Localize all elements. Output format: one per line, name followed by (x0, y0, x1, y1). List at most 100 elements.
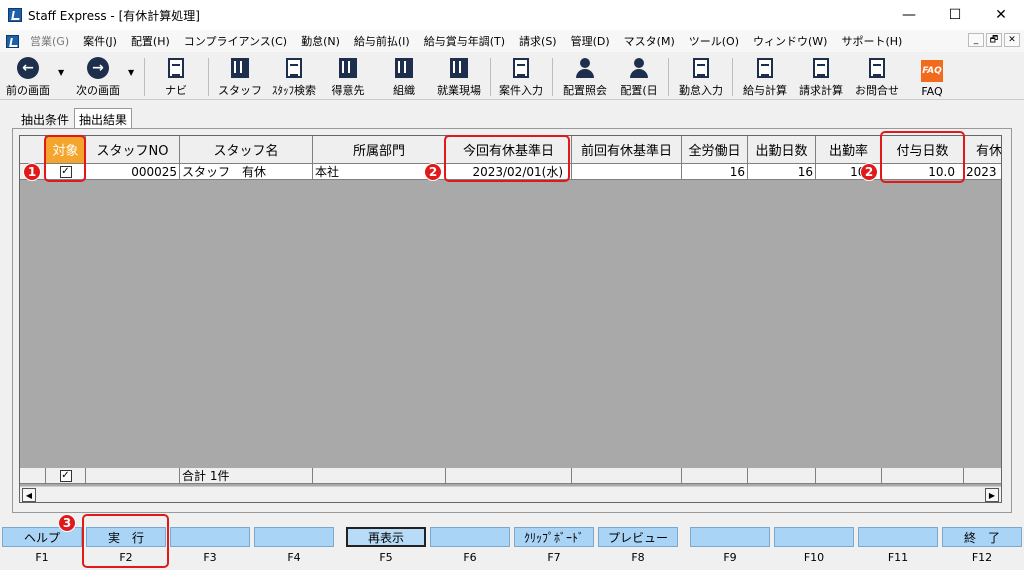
col-header-prev-base-date[interactable]: 前回有休基準日 (572, 136, 682, 164)
org-button[interactable]: 組織 (382, 54, 426, 98)
target-checkbox-cell[interactable]: ✓ (46, 164, 86, 180)
cell-prev-base-date[interactable] (572, 164, 682, 180)
f11-button[interactable] (858, 527, 938, 547)
cell-staff-name[interactable]: スタッフ 有休 (180, 164, 313, 180)
col-header-work-days[interactable]: 全労働日 (682, 136, 748, 164)
case-input-button[interactable]: 案件入力 (494, 54, 548, 98)
forward-button[interactable]: → 次の画面 (70, 54, 126, 98)
close-button[interactable]: ✕ (978, 0, 1024, 30)
menu-tools[interactable]: ツール(O) (682, 33, 746, 49)
menu-admin[interactable]: 管理(D) (564, 33, 617, 49)
navi-button[interactable]: ナビ (156, 54, 196, 98)
menu-compliance[interactable]: コンプライアンス(C) (177, 33, 294, 49)
select-all-checkbox[interactable]: ✓ (59, 469, 72, 482)
mdi-restore-button[interactable]: 🗗 (986, 33, 1002, 47)
f10-button[interactable] (774, 527, 854, 547)
horizontal-scrollbar[interactable]: ◀ ▶ (20, 486, 1001, 502)
f6-button[interactable] (430, 527, 510, 547)
col-header-this-base-date[interactable]: 今回有休基準日 (446, 136, 572, 164)
menu-sales[interactable]: 営業(G) (23, 33, 76, 49)
col-header-target[interactable]: 対象 (46, 136, 86, 164)
scroll-left-icon[interactable]: ◀ (22, 488, 36, 502)
menu-bar: 営業(G) 案件(J) 配置(H) コンプライアンス(C) 勤怠(N) 給与前払… (0, 30, 1024, 52)
separator (668, 58, 669, 96)
col-header-staff-name[interactable]: スタッフ名 (180, 136, 313, 164)
f7-clipboard-button[interactable]: ｸﾘｯﾌﾟﾎﾞｰﾄﾞ (514, 527, 594, 547)
col-header-attend-rate[interactable]: 出勤率 (816, 136, 882, 164)
footer-cell (682, 468, 748, 484)
assign-day-button[interactable]: 配置(日 (616, 54, 662, 98)
f2-execute-button[interactable]: 実 行 (86, 527, 166, 547)
menu-case[interactable]: 案件(J) (76, 33, 124, 49)
navi-icon (168, 58, 184, 78)
footer-checkbox-cell[interactable]: ✓ (46, 468, 86, 484)
payroll-button[interactable]: 給与計算 (738, 54, 792, 98)
f3-button[interactable] (170, 527, 250, 547)
staff-button[interactable]: スタッフ (218, 54, 262, 98)
f12-exit-button[interactable]: 終 了 (942, 527, 1022, 547)
client-button[interactable]: 得意先 (326, 54, 370, 98)
f10-label: F10 (803, 551, 825, 564)
col-header-staff-no[interactable]: スタッフNO (86, 136, 180, 164)
payroll-icon (757, 58, 773, 78)
case-input-label: 案件入力 (499, 84, 543, 97)
cell-next[interactable]: 2023 (964, 164, 1001, 180)
inquiry-button[interactable]: お問合せ (850, 54, 904, 98)
client-icon (339, 58, 357, 78)
toolbar: ← 前の画面 ▼ → 次の画面 ▼ ナビ スタッフ ｽﾀｯﾌ検索 得意先 組織 … (0, 52, 1024, 100)
menu-master[interactable]: マスタ(M) (617, 33, 682, 49)
faq-button[interactable]: FAQ FAQ (910, 54, 954, 98)
footer-total: 合計 1件 (180, 468, 313, 484)
footer-cell (446, 468, 572, 484)
annotation-badge-3: 3 (58, 514, 76, 532)
site-button[interactable]: 就業現場 (432, 54, 486, 98)
cell-work-days[interactable]: 16 (682, 164, 748, 180)
menu-support[interactable]: サポート(H) (834, 33, 909, 49)
corner-header (20, 136, 46, 164)
menu-billing[interactable]: 請求(S) (512, 33, 564, 49)
menu-assign[interactable]: 配置(H) (124, 33, 177, 49)
tab-conditions[interactable]: 抽出条件 (16, 108, 74, 130)
mdi-close-button[interactable]: ✕ (1004, 33, 1020, 47)
col-header-grant-days[interactable]: 付与日数 (882, 136, 964, 164)
footer-cell (964, 468, 1001, 484)
payroll-label: 給与計算 (743, 84, 787, 97)
menu-attendance[interactable]: 勤怠(N) (294, 33, 347, 49)
assign-query-button[interactable]: 配置照会 (558, 54, 612, 98)
cell-attend-days[interactable]: 16 (748, 164, 816, 180)
menu-advance-pay[interactable]: 給与前払(I) (347, 33, 417, 49)
back-button[interactable]: ← 前の画面 (2, 54, 54, 98)
billing-button[interactable]: 請求計算 (794, 54, 848, 98)
cell-this-base-date[interactable]: 2023/02/01(水) (446, 164, 572, 180)
col-header-attend-days[interactable]: 出勤日数 (748, 136, 816, 164)
forward-label: 次の画面 (76, 84, 120, 97)
staff-search-button[interactable]: ｽﾀｯﾌ検索 (266, 54, 322, 98)
target-checkbox[interactable]: ✓ (59, 165, 72, 178)
f8-preview-button[interactable]: プレビュー (598, 527, 678, 547)
col-header-next[interactable]: 有休 (964, 136, 1001, 164)
attendance-input-button[interactable]: 勤怠入力 (674, 54, 728, 98)
f9-button[interactable] (690, 527, 770, 547)
results-grid[interactable]: 対象 スタッフNO スタッフ名 所属部門 今回有休基準日 前回有休基準日 全労働… (19, 135, 1002, 503)
maximize-button[interactable]: ☐ (932, 0, 978, 30)
menu-window[interactable]: ウィンドウ(W) (746, 33, 834, 49)
cell-grant-days[interactable]: 10.0 (882, 164, 964, 180)
f4-button[interactable] (254, 527, 334, 547)
separator (552, 58, 553, 96)
site-icon (450, 58, 468, 78)
back-dropdown-icon[interactable]: ▼ (58, 68, 64, 77)
scroll-right-icon[interactable]: ▶ (985, 488, 999, 502)
cell-staff-no[interactable]: 000025 (86, 164, 180, 180)
f4-label: F4 (287, 551, 301, 564)
minimize-button[interactable]: — (886, 0, 932, 30)
footer-cell (86, 468, 180, 484)
f5-refresh-button[interactable]: 再表示 (346, 527, 426, 547)
menu-payroll[interactable]: 給与賞与年調(T) (417, 33, 512, 49)
col-header-dept[interactable]: 所属部門 (313, 136, 446, 164)
mdi-minimize-button[interactable]: _ (968, 33, 984, 47)
attendance-label: 勤怠入力 (679, 84, 723, 97)
forward-dropdown-icon[interactable]: ▼ (128, 68, 134, 77)
tab-results[interactable]: 抽出結果 (74, 108, 133, 130)
assign-day-label: 配置(日 (620, 84, 658, 97)
back-label: 前の画面 (6, 84, 50, 97)
